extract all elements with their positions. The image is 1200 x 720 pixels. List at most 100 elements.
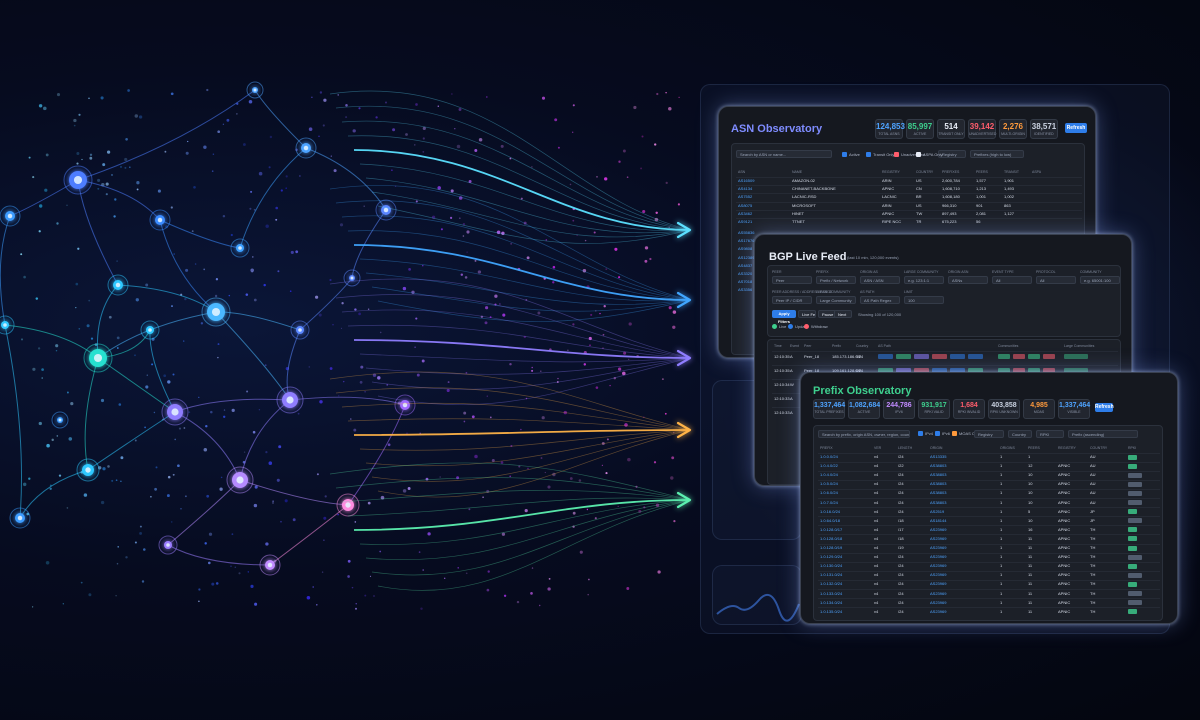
prefix-cell-origin[interactable]: AS2519 <box>930 509 944 514</box>
prefix-cell-prefix[interactable]: 1.0.0.0/24 <box>820 454 838 459</box>
prefix-cell-prefix[interactable]: 1.0.132.0/24 <box>820 581 842 586</box>
prefix-cell-origin[interactable]: AS38803 <box>930 481 946 486</box>
asn-filter-checkbox[interactable]: ASPA Only <box>916 152 943 157</box>
prefix-column-header[interactable]: ORIGIN <box>930 446 942 450</box>
bgp-column-header[interactable]: Country <box>856 344 868 348</box>
bgp-filter-input[interactable]: All <box>1036 276 1076 284</box>
bgp-filter-input[interactable]: AS Path Regex <box>860 296 900 304</box>
prefix-cell-origin[interactable]: AS23969 <box>930 581 946 586</box>
prefix-cell-prefix[interactable]: 1.0.4.0/22 <box>820 463 838 468</box>
asn-column-header[interactable]: REGISTRY <box>882 170 900 174</box>
prefix-cell-prefix[interactable]: 1.0.6.0/24 <box>820 490 838 495</box>
prefix-cell-prefix[interactable]: 1.0.131.0/24 <box>820 572 842 577</box>
prefix-cell-origin[interactable]: AS23969 <box>930 527 946 532</box>
bgp-filter-input[interactable]: Prefix / Network <box>816 276 856 284</box>
asn-cell-asn[interactable]: AS7552 <box>738 194 752 199</box>
prefix-column-header[interactable]: VER <box>874 446 881 450</box>
bgp-column-header[interactable]: Prefix <box>832 344 841 348</box>
prefix-cell-origin[interactable]: AS23969 <box>930 563 946 568</box>
asn-cell-asn[interactable]: AS16509 <box>738 178 754 183</box>
prefix-cell-origin[interactable]: AS23969 <box>930 554 946 559</box>
bgp-filter-input[interactable]: Large Community <box>816 296 856 304</box>
asn-cell-asn[interactable]: AS9121 <box>738 219 752 224</box>
asn-cell-asn[interactable]: AS3462 <box>738 211 752 216</box>
prefix-cell-prefix[interactable]: 1.0.128.0/17 <box>820 527 842 532</box>
bgp-column-header[interactable]: AS Path <box>878 344 891 348</box>
prefix-column-header[interactable]: REGISTRY <box>1058 446 1076 450</box>
prefix-cell-origin[interactable]: AS23969 <box>930 545 946 550</box>
prefix-cell-origin[interactable]: AS38803 <box>930 472 946 477</box>
asn-cell-asn[interactable]: AS17676 <box>738 238 754 243</box>
bgp-column-header[interactable]: Time <box>774 344 782 348</box>
prefix-cell-prefix[interactable]: 1.0.128.0/18 <box>820 536 842 541</box>
prefix-column-header[interactable]: PEERS <box>1028 446 1040 450</box>
prefix-select[interactable]: RPKI <box>1036 430 1064 438</box>
asn-refresh-button[interactable]: Refresh <box>1065 123 1087 133</box>
prefix-search-input[interactable]: Search by prefix, origin ASN, owner, reg… <box>818 430 910 438</box>
prefix-column-header[interactable]: PREFIX <box>820 446 833 450</box>
bgp-filter-input[interactable]: Peer IP / CIDR <box>772 296 812 304</box>
prefix-column-header[interactable]: COUNTRY <box>1090 446 1107 450</box>
asn-search-input[interactable]: Search by ASN or name... <box>736 150 832 158</box>
bgp-live-feed-button[interactable]: Live Feed <box>798 310 816 318</box>
asn-cell-asn[interactable]: AS4837 <box>738 263 752 268</box>
prefix-cell-prefix[interactable]: 1.0.16.0/24 <box>820 509 840 514</box>
prefix-select[interactable]: Country <box>1008 430 1032 438</box>
asn-cell-asn[interactable]: AS4134 <box>738 186 752 191</box>
bgp-filter-input[interactable]: Peer <box>772 276 812 284</box>
bgp-apply-filters-button[interactable]: Apply Filters <box>772 310 796 324</box>
prefix-filter-checkbox[interactable]: IPv6 <box>935 431 950 436</box>
bgp-column-header[interactable]: Peer <box>804 344 811 348</box>
asn-cell-asn[interactable]: AS7018 <box>738 279 752 284</box>
prefix-cell-origin[interactable]: AS23969 <box>930 536 946 541</box>
prefix-cell-origin[interactable]: AS38803 <box>930 490 946 495</box>
asn-column-header[interactable]: PEERS <box>976 170 988 174</box>
asn-cell-asn[interactable]: AS8075 <box>738 203 752 208</box>
prefix-cell-prefix[interactable]: 1.0.5.0/24 <box>820 481 838 486</box>
asn-cell-asn[interactable]: AS55836 <box>738 230 754 235</box>
bgp-column-header[interactable]: Event <box>790 344 799 348</box>
asn-filter-checkbox[interactable]: Transit Only <box>866 152 894 157</box>
bgp-filter-input[interactable]: e.g. 65001:100 <box>1080 276 1120 284</box>
prefix-cell-prefix[interactable]: 1.0.4.0/24 <box>820 472 838 477</box>
asn-cell-asn[interactable]: AS3320 <box>738 271 752 276</box>
prefix-refresh-button[interactable]: Refresh <box>1095 403 1114 412</box>
asn-cell-asn[interactable]: AS12389 <box>738 255 754 260</box>
prefix-cell-origin[interactable]: AS13335 <box>930 454 946 459</box>
asn-column-header[interactable]: NAME <box>792 170 802 174</box>
prefix-column-header[interactable]: RPKI <box>1128 446 1136 450</box>
asn-column-header[interactable]: COUNTRY <box>916 170 933 174</box>
asn-column-header[interactable]: PREFIXES <box>942 170 959 174</box>
asn-cell-asn[interactable]: AS9808 <box>738 246 752 251</box>
prefix-cell-origin[interactable]: AS23969 <box>930 572 946 577</box>
prefix-cell-prefix[interactable]: 1.0.133.0/24 <box>820 591 842 596</box>
bgp-filter-input[interactable]: 100 <box>904 296 944 304</box>
asn-cell-asn[interactable]: AS3356 <box>738 287 752 292</box>
prefix-cell-prefix[interactable]: 1.0.129.0/24 <box>820 554 842 559</box>
prefix-cell-origin[interactable]: AS18144 <box>930 518 946 523</box>
asn-column-header[interactable]: ASPA <box>1032 170 1041 174</box>
prefix-column-header[interactable]: ORIGINS <box>1000 446 1015 450</box>
prefix-cell-origin[interactable]: AS23969 <box>930 591 946 596</box>
prefix-cell-prefix[interactable]: 1.0.64.0/18 <box>820 518 840 523</box>
prefix-cell-origin[interactable]: AS23969 <box>930 600 946 605</box>
bgp-filter-input[interactable]: e.g. 123:1:1 <box>904 276 944 284</box>
prefix-select[interactable]: Prefix (ascending) <box>1068 430 1138 438</box>
bgp-filter-input[interactable]: ASN / ASN <box>860 276 900 284</box>
prefix-cell-prefix[interactable]: 1.0.128.0/19 <box>820 545 842 550</box>
asn-column-header[interactable]: TRANSIT <box>1004 170 1019 174</box>
prefix-cell-origin[interactable]: AS23969 <box>930 609 946 614</box>
prefix-cell-prefix[interactable]: 1.0.134.0/24 <box>820 600 842 605</box>
asn-sort-select[interactable]: Prefixes (high to low) <box>970 150 1024 158</box>
prefix-column-header[interactable]: LENGTH <box>898 446 912 450</box>
prefix-select[interactable]: Registry <box>974 430 1004 438</box>
prefix-cell-origin[interactable]: AS38803 <box>930 500 946 505</box>
prefix-cell-origin[interactable]: AS38803 <box>930 463 946 468</box>
bgp-column-header[interactable]: Large Communities <box>1064 344 1094 348</box>
prefix-cell-prefix[interactable]: 1.0.130.0/24 <box>820 563 842 568</box>
asn-filter-checkbox[interactable]: Active <box>842 152 860 157</box>
prefix-cell-prefix[interactable]: 1.0.7.0/24 <box>820 500 838 505</box>
prefix-cell-prefix[interactable]: 1.0.135.0/24 <box>820 609 842 614</box>
bgp-column-header[interactable]: Communities <box>998 344 1018 348</box>
asn-column-header[interactable]: ASN <box>738 170 745 174</box>
